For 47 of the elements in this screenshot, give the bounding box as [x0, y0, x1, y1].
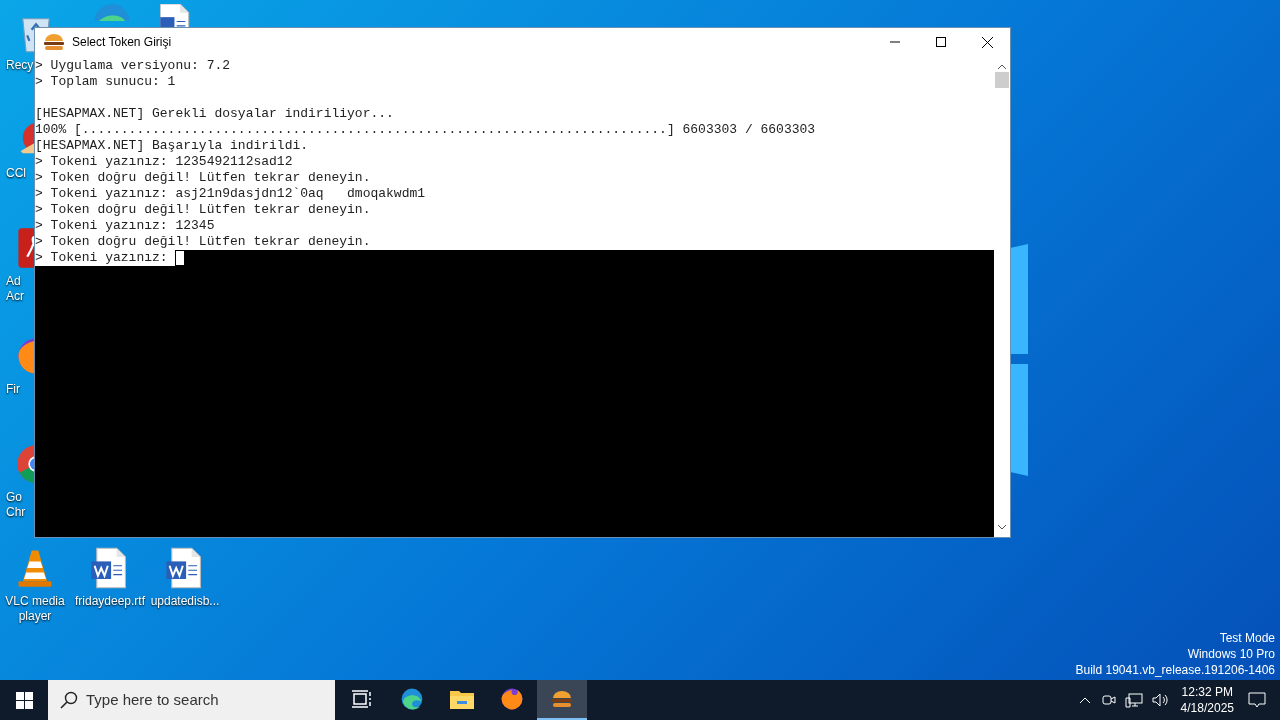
clock-date[interactable]: 4/18/2025 [1180, 700, 1234, 716]
search-input[interactable]: Type here to search [86, 688, 316, 712]
scroll-thumb[interactable] [995, 72, 1009, 88]
wave-browser-icon [399, 686, 425, 712]
desktop-icon-label[interactable]: Go Chr [6, 490, 34, 520]
os-info-text: Build 19041.vb_release.191206-1406 [1075, 662, 1275, 678]
desktop-icon-label[interactable]: Ad Acr [6, 274, 34, 304]
close-icon [981, 36, 993, 48]
folder-icon [449, 688, 475, 710]
console-line: > Tokeni yazınız: asj21n9dasjdn12`0aq dmoqakwdm1 [35, 186, 427, 202]
console-line: 100% [...........................................................................] 6603303 / 6603303 [35, 122, 817, 138]
windows-icon [15, 691, 33, 709]
burger-icon [43, 32, 65, 52]
console-line: > Token doğru değil! Lütfen tekrar deneyin. [35, 170, 372, 186]
minimize-icon [890, 41, 900, 43]
maximize-icon [936, 37, 946, 47]
scrollbar[interactable] [994, 56, 1010, 537]
search-field[interactable]: Type here to search [48, 680, 335, 720]
chevron-up-icon[interactable] [1078, 696, 1091, 704]
camera-icon[interactable] [1100, 692, 1117, 708]
desktop-icon-label[interactable]: updatedisb... [150, 594, 220, 609]
search-icon [60, 691, 78, 709]
task-view-icon [351, 689, 373, 709]
network-icon[interactable] [1124, 692, 1143, 708]
console-line: [HESAPMAX.NET] Gerekli dosyalar indiriliyor... [35, 106, 395, 122]
scroll-down-icon[interactable] [997, 524, 1007, 532]
console-line: > Tokeni yazınız: 1235492112sad12 [35, 154, 294, 170]
console-line: [HESAPMAX.NET] Başarıyla indirildi. [35, 138, 310, 154]
burger-icon [551, 689, 573, 709]
desktop-icon-label[interactable]: Fir [6, 382, 34, 397]
desktop-icon-label[interactable]: CCl [6, 166, 34, 181]
desktop-icon-label[interactable]: Recy [6, 58, 34, 73]
console-line: > Tokeni yazınız: 12345 [35, 218, 216, 234]
os-info-text: Windows 10 Pro [1187, 646, 1275, 662]
desktop-icon-label[interactable]: VLC media player [0, 594, 70, 624]
console-line: > Token doğru değil! Lütfen tekrar deneyin. [35, 202, 372, 218]
console-line: > Toplam sunucu: 1 [35, 74, 177, 90]
fox-globe-icon [499, 686, 525, 712]
clock-time[interactable]: 12:32 PM [1181, 684, 1233, 700]
window-title: Select Token Girişi [72, 34, 172, 51]
scroll-up-icon[interactable] [997, 62, 1007, 70]
console-line: > Token doğru değil! Lütfen tekrar deneyin. [35, 234, 372, 250]
os-info-text: Test Mode [1219, 630, 1275, 646]
console-line: > Uygulama versiyonu: 7.2 [35, 58, 232, 74]
notification-icon[interactable] [1248, 692, 1266, 708]
desktop-icon-label[interactable]: fridaydeep.rtf [75, 594, 146, 609]
volume-icon[interactable] [1150, 692, 1169, 708]
